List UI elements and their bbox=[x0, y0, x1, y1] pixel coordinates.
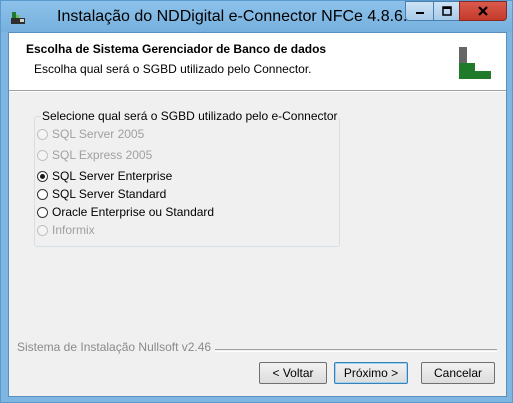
installer-window: Instalação do NDDigital e-Connector NFCe… bbox=[0, 0, 513, 403]
title-bar[interactable]: Instalação do NDDigital e-Connector NFCe… bbox=[1, 1, 512, 32]
window-title: Instalação do NDDigital e-Connector NFCe… bbox=[57, 8, 417, 25]
radio-button bbox=[37, 224, 48, 236]
cancel-button[interactable]: Cancelar bbox=[421, 362, 495, 384]
groupbox-legend: Selecione qual será o SGBD utilizado pel… bbox=[42, 109, 338, 123]
page-subtitle: Escolha qual será o SGBD utilizado pelo … bbox=[34, 62, 312, 76]
minimize-button[interactable] bbox=[405, 1, 434, 21]
radio-button[interactable] bbox=[37, 188, 48, 200]
radio-button[interactable] bbox=[37, 206, 48, 218]
installer-client-area: Escolha de Sistema Gerenciador de Banco … bbox=[8, 32, 507, 397]
wizard-header: Escolha de Sistema Gerenciador de Banco … bbox=[9, 33, 506, 91]
radio-informix: Informix bbox=[37, 222, 95, 238]
radio-button bbox=[37, 149, 48, 161]
back-button[interactable]: < Voltar bbox=[259, 362, 327, 384]
radio-sql-server-standard[interactable]: SQL Server Standard bbox=[37, 186, 166, 202]
close-button[interactable] bbox=[459, 1, 507, 21]
page-title: Escolha de Sistema Gerenciador de Banco … bbox=[26, 42, 327, 56]
radio-oracle[interactable]: Oracle Enterprise ou Standard bbox=[37, 204, 214, 220]
radio-label[interactable]: Oracle Enterprise ou Standard bbox=[52, 205, 214, 219]
maximize-icon bbox=[441, 6, 452, 16]
radio-sql-server-enterprise[interactable]: SQL Server Enterprise bbox=[37, 168, 172, 184]
header-divider bbox=[9, 91, 506, 92]
radio-label: SQL Express 2005 bbox=[52, 148, 153, 162]
nddigital-logo bbox=[459, 47, 491, 79]
radio-sql-express-2005: SQL Express 2005 bbox=[37, 147, 152, 163]
maximize-button[interactable] bbox=[433, 1, 460, 21]
minimize-icon bbox=[415, 12, 424, 14]
radio-button bbox=[37, 128, 48, 140]
installer-app-icon bbox=[11, 12, 25, 24]
radio-sql-server-2005: SQL Server 2005 bbox=[37, 126, 144, 142]
radio-label[interactable]: SQL Server Standard bbox=[52, 187, 166, 201]
close-icon bbox=[478, 6, 488, 16]
next-button[interactable]: Próximo > bbox=[334, 362, 408, 384]
radio-label: Informix bbox=[52, 223, 95, 237]
nullsoft-branding: Sistema de Instalação Nullsoft v2.46 bbox=[17, 340, 216, 354]
radio-label: SQL Server 2005 bbox=[52, 127, 145, 141]
radio-label[interactable]: SQL Server Enterprise bbox=[52, 169, 172, 183]
radio-button-selected[interactable] bbox=[37, 170, 48, 182]
